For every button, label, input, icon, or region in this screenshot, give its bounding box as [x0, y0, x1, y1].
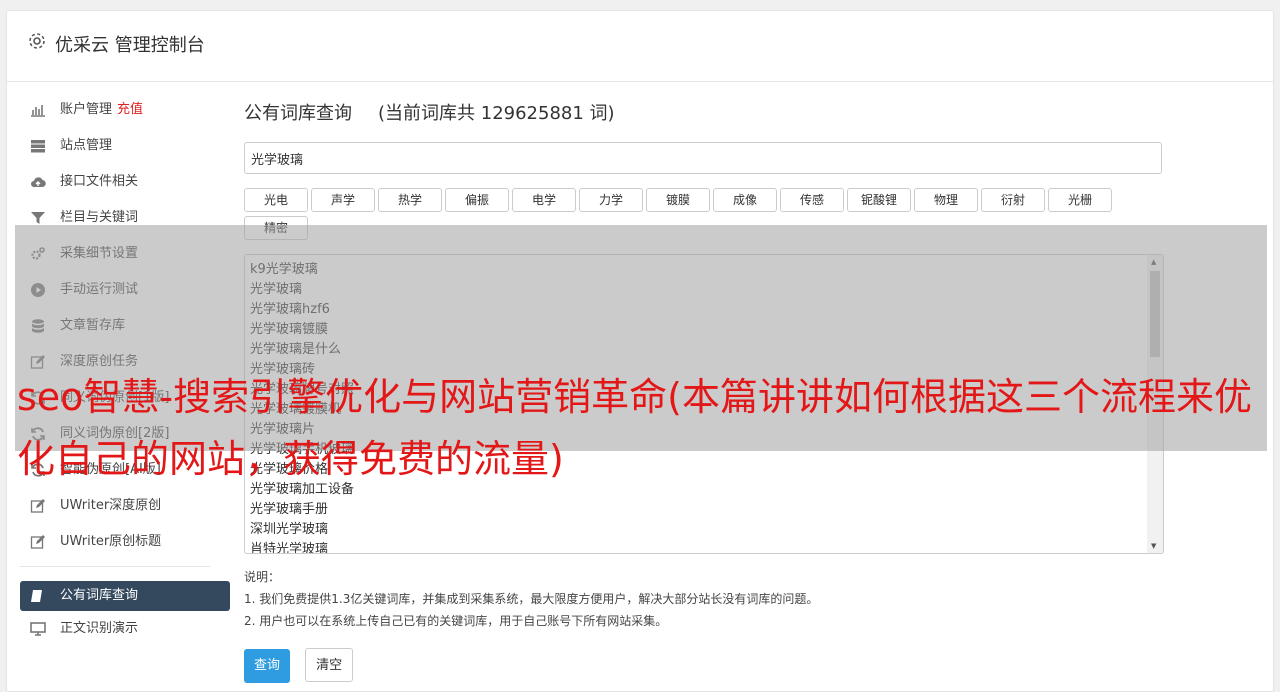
sidebar-item-2[interactable]: 接口文件相关	[20, 164, 230, 200]
tag-button[interactable]: 传感	[780, 188, 844, 212]
tag-button[interactable]: 力学	[579, 188, 643, 212]
sidebar-item-label: 栏目与关键词	[60, 210, 139, 225]
sidebar-item-after-0[interactable]: 正文识别演示	[20, 611, 230, 647]
tag-button[interactable]: 光栅	[1048, 188, 1112, 212]
tag-button[interactable]: 镀膜	[646, 188, 710, 212]
sidebar-item-label: 账户管理	[60, 102, 113, 117]
sidebar-item-label: 接口文件相关	[60, 174, 139, 189]
server-icon	[30, 138, 46, 154]
result-item[interactable]: 肖特光学玻璃	[250, 540, 1163, 553]
lexicon-count: (当前词库共 129625881 词)	[378, 103, 615, 124]
sidebar-item-public-lexicon[interactable]: 公有词库查询	[20, 581, 230, 611]
header-bar: 优采云 管理控制台	[7, 11, 1273, 82]
tag-button[interactable]: 电学	[512, 188, 576, 212]
keyword-search-input[interactable]	[244, 142, 1162, 174]
sidebar-item-label: 站点管理	[60, 138, 113, 153]
tag-button[interactable]: 物理	[914, 188, 978, 212]
sidebar-item-label: UWriter原创标题	[60, 534, 162, 549]
scroll-down-icon[interactable]: ▼	[1151, 542, 1156, 550]
notes-title: 说明：	[244, 570, 281, 584]
monitor-icon	[30, 621, 46, 637]
notes: 说明： 1. 我们免费提供1.3亿关键词库，并集成到采集系统，最大限度方便用户，…	[244, 566, 1164, 632]
overlay-banner-text: seo智慧-搜索引擎优化与网站营销革命(本篇讲讲如何根据这三个流程来优化自己的网…	[17, 375, 1252, 481]
edit-icon	[30, 534, 46, 550]
result-item[interactable]: 深圳光学玻璃	[250, 520, 1163, 540]
tag-button[interactable]: 偏振	[445, 188, 509, 212]
note-1: 1. 我们免费提供1.3亿关键词库，并集成到采集系统，最大限度方便用户，解决大部…	[244, 592, 819, 606]
sidebar-item-label: 正文识别演示	[60, 621, 139, 636]
bar-chart-icon	[30, 102, 46, 118]
tag-button[interactable]: 热学	[378, 188, 442, 212]
tag-button[interactable]: 衍射	[981, 188, 1045, 212]
app-title: 优采云 管理控制台	[55, 35, 205, 56]
tag-button[interactable]: 铌酸锂	[847, 188, 911, 212]
sidebar-item-1[interactable]: 站点管理	[20, 128, 230, 164]
cloud-upload-icon	[30, 174, 46, 190]
sidebar-item-label: UWriter深度原创	[60, 498, 162, 513]
filter-icon	[30, 210, 46, 226]
tag-button[interactable]: 成像	[713, 188, 777, 212]
query-button[interactable]: 查询	[244, 649, 291, 683]
clear-button[interactable]: 清空	[305, 648, 354, 682]
sidebar-divider	[20, 566, 210, 567]
sidebar-item-0[interactable]: 账户管理 充值	[20, 92, 230, 128]
tag-button[interactable]: 光电	[244, 188, 308, 212]
gear-icon	[27, 31, 47, 51]
tag-button[interactable]: 声学	[311, 188, 375, 212]
book-icon	[30, 588, 46, 604]
sidebar-item-12[interactable]: UWriter原创标题	[20, 524, 230, 560]
recharge-link[interactable]: 充值	[117, 102, 143, 117]
result-item[interactable]: 光学玻璃手册	[250, 500, 1163, 520]
sidebar-item-label: 公有词库查询	[60, 588, 139, 603]
page-heading: 公有词库查询	[244, 103, 352, 124]
note-2: 2. 用户也可以在系统上传自己已有的关键词库，用于自己账号下所有网站采集。	[244, 614, 668, 628]
page-title: 公有词库查询 (当前词库共 129625881 词)	[244, 102, 1164, 126]
edit-icon	[30, 498, 46, 514]
sidebar-item-11[interactable]: UWriter深度原创	[20, 488, 230, 524]
